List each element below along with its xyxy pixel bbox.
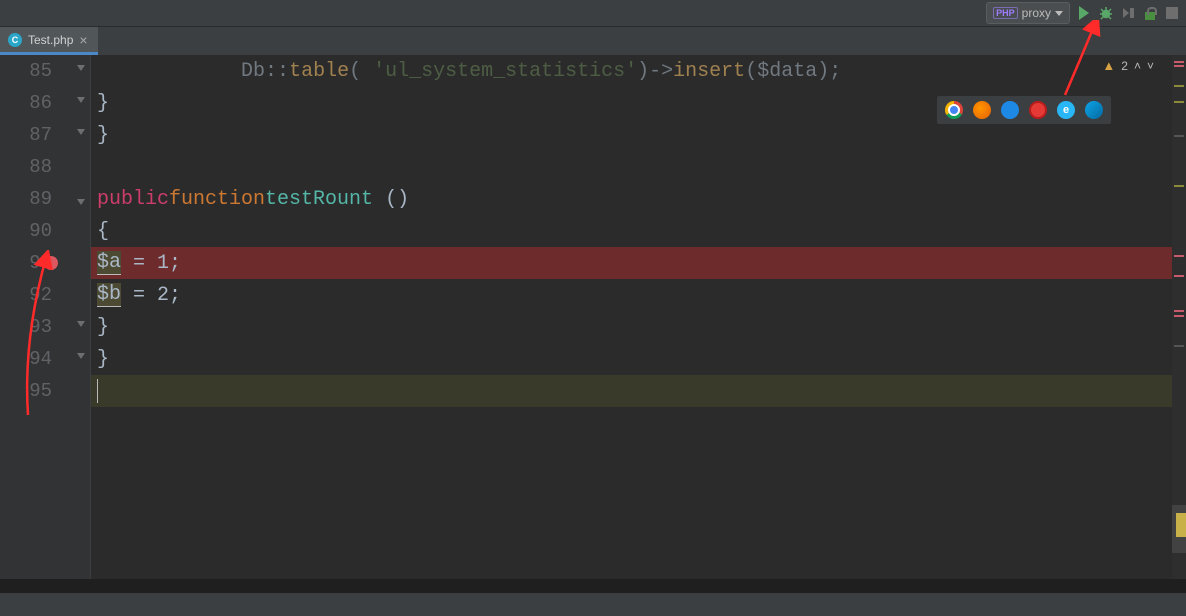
- chrome-icon[interactable]: [945, 101, 963, 119]
- chevron-up-icon[interactable]: ˄: [1134, 59, 1141, 73]
- tab-file-name: Test.php: [28, 33, 73, 47]
- safari-icon[interactable]: [1001, 101, 1019, 119]
- code-token: 'ul_system_statistics': [373, 60, 637, 83]
- line-number: 93: [29, 316, 52, 338]
- warning-icon: ▲: [1102, 58, 1115, 73]
- editor-tab-bar: C Test.php ×: [0, 27, 1186, 55]
- line-number: 87: [29, 124, 52, 146]
- code-token: ($data);: [745, 60, 841, 83]
- gutter[interactable]: 85 86 87 88 89 90 91 92 93 94 95: [0, 55, 72, 579]
- main-toolbar: PHP proxy: [0, 0, 1186, 27]
- line-number: 92: [29, 284, 52, 306]
- line-number: 88: [29, 156, 52, 178]
- open-in-browser-panel: e: [936, 95, 1112, 125]
- scroll-position-marker: [1176, 513, 1186, 525]
- edge-icon[interactable]: [1085, 101, 1103, 119]
- code-token: }: [97, 92, 109, 115]
- text-cursor: [97, 379, 98, 403]
- fold-end-icon[interactable]: [75, 129, 87, 141]
- code-token: testRount: [265, 188, 373, 211]
- scroll-position-marker: [1176, 525, 1186, 537]
- code-token: }: [97, 124, 109, 147]
- tab-test-php[interactable]: C Test.php ×: [0, 27, 98, 55]
- breakpoint-icon[interactable]: [44, 256, 58, 270]
- code-token: {: [97, 220, 109, 243]
- code-token: = 1;: [121, 252, 181, 275]
- fold-end-icon[interactable]: [75, 65, 87, 77]
- run-config-selector[interactable]: PHP proxy: [986, 2, 1070, 24]
- fold-column[interactable]: [72, 55, 91, 579]
- run-config-label: proxy: [1022, 6, 1051, 20]
- opera-icon[interactable]: [1029, 101, 1047, 119]
- fold-end-icon[interactable]: [75, 353, 87, 365]
- line-number: 90: [29, 220, 52, 242]
- firefox-icon[interactable]: [973, 101, 991, 119]
- line-number: 85: [29, 60, 52, 82]
- attach-button[interactable]: [1142, 5, 1158, 21]
- chevron-down-icon: [1055, 11, 1063, 16]
- code-token: public: [97, 188, 169, 211]
- code-token: function: [169, 188, 265, 211]
- play-icon: [1079, 6, 1089, 20]
- code-token: = 2;: [121, 284, 181, 307]
- file-type-icon: C: [8, 33, 22, 47]
- code-token: insert: [673, 60, 745, 83]
- coverage-icon: [1120, 5, 1136, 21]
- bug-icon: [1098, 5, 1114, 21]
- fold-end-icon[interactable]: [75, 321, 87, 333]
- line-number: 94: [29, 348, 52, 370]
- warning-count: 2: [1121, 59, 1128, 73]
- chevron-down-icon[interactable]: ˅: [1147, 59, 1154, 73]
- stop-icon: [1166, 7, 1178, 19]
- inspection-status[interactable]: ▲ 2 ˄ ˅: [1102, 58, 1154, 73]
- line-number: 95: [29, 380, 52, 402]
- scrollbar-markers: [1172, 55, 1186, 579]
- line-number: 89: [29, 188, 52, 210]
- code-token: Db: [241, 60, 265, 83]
- attach-icon: [1143, 6, 1157, 20]
- close-icon[interactable]: ×: [79, 33, 87, 47]
- code-token: ): [637, 60, 649, 83]
- code-text-area[interactable]: Db::table( 'ul_system_statistics')->inse…: [91, 55, 1172, 579]
- debug-button[interactable]: [1098, 5, 1114, 21]
- fold-start-icon[interactable]: [75, 193, 87, 205]
- code-token: }: [97, 316, 109, 339]
- code-token: }: [97, 348, 109, 371]
- line-number: 86: [29, 92, 52, 114]
- code-token: table: [289, 60, 349, 83]
- coverage-button[interactable]: [1120, 5, 1136, 21]
- code-token: (: [349, 60, 373, 83]
- code-token: ::: [265, 60, 289, 83]
- editor-scrollbar[interactable]: [1172, 55, 1186, 579]
- stop-button[interactable]: [1164, 5, 1180, 21]
- code-variable-a: $a: [97, 251, 121, 275]
- fold-end-icon[interactable]: [75, 97, 87, 109]
- code-editor[interactable]: 85 86 87 88 89 90 91 92 93 94 95: [0, 55, 1186, 579]
- code-variable-b: $b: [97, 283, 121, 307]
- editor-bottom-border: [0, 579, 1186, 593]
- code-token: (): [373, 188, 409, 211]
- run-button[interactable]: [1076, 5, 1092, 21]
- status-bar: [0, 593, 1186, 616]
- php-badge-icon: PHP: [993, 7, 1018, 19]
- code-token: ->: [649, 60, 673, 83]
- ie-icon[interactable]: e: [1057, 101, 1075, 119]
